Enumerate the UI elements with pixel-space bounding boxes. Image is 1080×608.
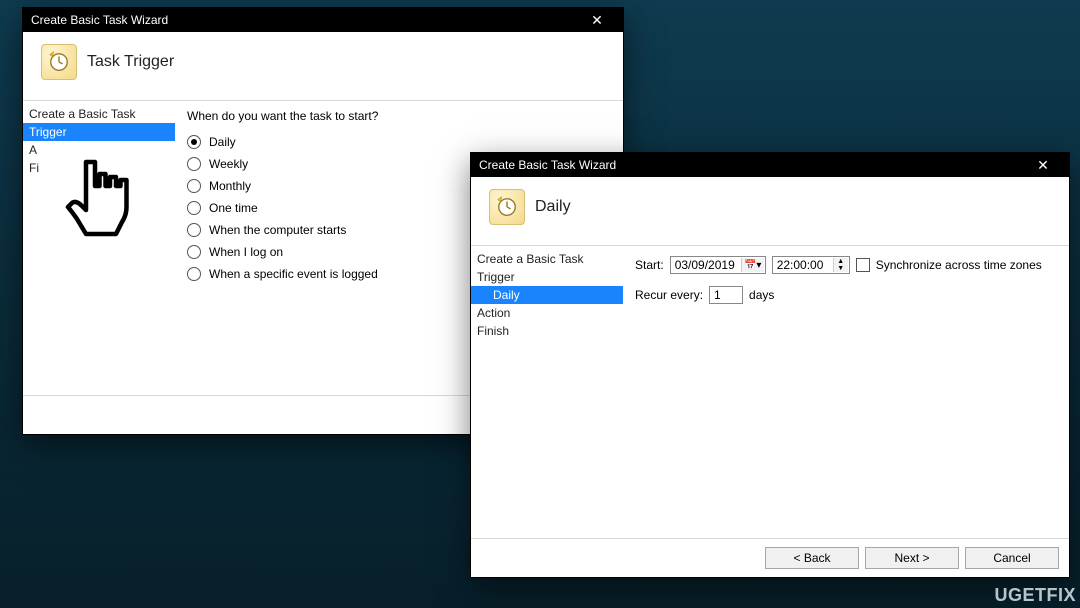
titlebar[interactable]: Create Basic Task Wizard ✕ <box>471 153 1069 177</box>
close-icon[interactable]: ✕ <box>579 8 615 32</box>
radio-icon[interactable] <box>187 135 201 149</box>
time-spinner[interactable]: ▲▼ <box>833 258 848 272</box>
daily-content: Start: 03/09/2019 📅▾ 22:00:00 ▲▼ Synchro… <box>623 246 1069 538</box>
window-title: Create Basic Task Wizard <box>31 13 579 27</box>
page-title: Daily <box>535 198 571 216</box>
dialog-body: Create a Basic Task Trigger Daily Action… <box>471 246 1069 538</box>
radio-label: Weekly <box>209 155 248 173</box>
dialog-daily: Create Basic Task Wizard ✕ Daily Create … <box>470 152 1070 578</box>
sidebar-item-finish-partial[interactable]: Fi <box>23 159 175 177</box>
recur-label: Recur every: <box>635 288 703 302</box>
radio-daily[interactable]: Daily <box>187 133 611 151</box>
radio-label: When the computer starts <box>209 221 346 239</box>
radio-label: One time <box>209 199 258 217</box>
time-value: 22:00:00 <box>777 258 824 272</box>
recur-value-field[interactable]: 1 <box>709 286 743 304</box>
back-button[interactable]: < Back <box>765 547 859 569</box>
close-icon[interactable]: ✕ <box>1025 153 1061 177</box>
radio-icon[interactable] <box>187 223 201 237</box>
watermark: UGETFIX <box>994 585 1076 606</box>
dialog-footer: < Back Next > Cancel <box>471 538 1069 577</box>
radio-icon[interactable] <box>187 245 201 259</box>
wizard-sidebar: Create a Basic Task Trigger A Fi <box>23 101 175 395</box>
start-label: Start: <box>635 258 664 272</box>
date-value: 03/09/2019 <box>675 258 735 272</box>
sidebar-item-trigger[interactable]: Trigger <box>471 268 623 286</box>
radio-icon[interactable] <box>187 201 201 215</box>
sidebar-item-create[interactable]: Create a Basic Task <box>471 250 623 268</box>
radio-label: When I log on <box>209 243 283 261</box>
cancel-button[interactable]: Cancel <box>965 547 1059 569</box>
page-title: Task Trigger <box>87 53 174 71</box>
next-button[interactable]: Next > <box>865 547 959 569</box>
radio-icon[interactable] <box>187 157 201 171</box>
radio-label: When a specific event is logged <box>209 265 378 283</box>
sidebar-item-trigger[interactable]: Trigger <box>23 123 175 141</box>
sidebar-item-action-partial[interactable]: A <box>23 141 175 159</box>
radio-icon[interactable] <box>187 267 201 281</box>
trigger-prompt: When do you want the task to start? <box>187 109 611 123</box>
calendar-dropdown-icon[interactable]: 📅▾ <box>741 258 764 272</box>
recur-unit: days <box>749 288 774 302</box>
sidebar-item-finish[interactable]: Finish <box>471 322 623 340</box>
recur-row: Recur every: 1 days <box>635 286 1057 304</box>
start-row: Start: 03/09/2019 📅▾ 22:00:00 ▲▼ Synchro… <box>635 256 1057 274</box>
date-field[interactable]: 03/09/2019 📅▾ <box>670 256 766 274</box>
recur-value: 1 <box>714 288 721 302</box>
chevron-up-icon[interactable]: ▲ <box>834 258 848 265</box>
sidebar-item-action[interactable]: Action <box>471 304 623 322</box>
time-field[interactable]: 22:00:00 ▲▼ <box>772 256 850 274</box>
sidebar-item-create[interactable]: Create a Basic Task <box>23 105 175 123</box>
window-title: Create Basic Task Wizard <box>479 158 1025 172</box>
dialog-header: Task Trigger <box>23 32 623 101</box>
radio-icon[interactable] <box>187 179 201 193</box>
wizard-sidebar: Create a Basic Task Trigger Daily Action… <box>471 246 623 538</box>
task-scheduler-icon <box>41 44 77 80</box>
chevron-down-icon[interactable]: ▼ <box>834 265 848 272</box>
titlebar[interactable]: Create Basic Task Wizard ✕ <box>23 8 623 32</box>
task-scheduler-icon <box>489 189 525 225</box>
sync-timezone-checkbox[interactable] <box>856 258 870 272</box>
sync-timezone-label: Synchronize across time zones <box>876 258 1042 272</box>
radio-label: Daily <box>209 133 236 151</box>
dialog-header: Daily <box>471 177 1069 246</box>
radio-label: Monthly <box>209 177 251 195</box>
sidebar-item-daily[interactable]: Daily <box>471 286 623 304</box>
